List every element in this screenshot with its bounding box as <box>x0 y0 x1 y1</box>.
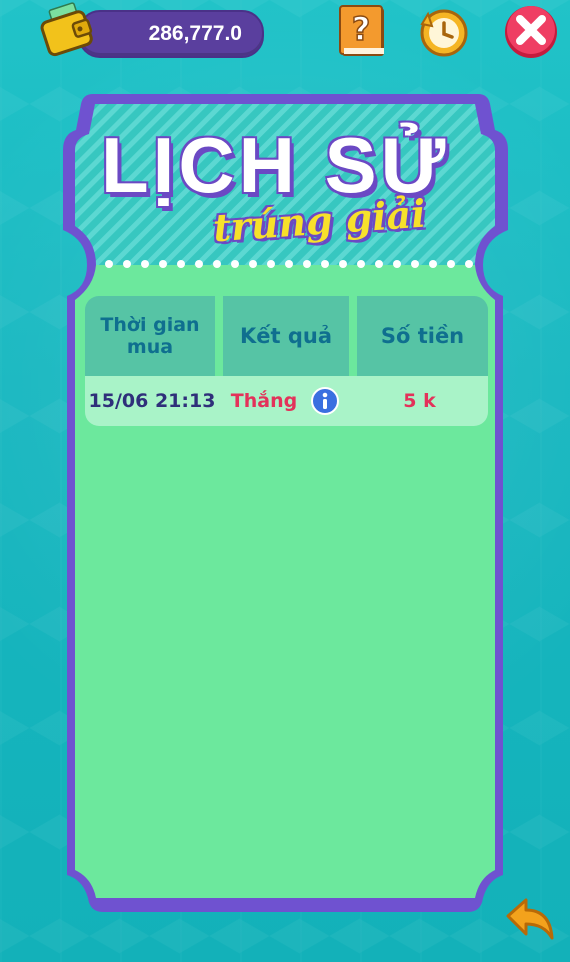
back-arrow-icon[interactable] <box>500 892 558 950</box>
row-result: Thắng <box>230 390 298 412</box>
row-time: 15/06 21:13 <box>88 390 216 412</box>
info-icon[interactable] <box>311 387 340 415</box>
close-icon[interactable] <box>503 4 559 60</box>
history-table: Thời gian mua Kết quả Số tiền 15/06 21:1… <box>85 296 488 426</box>
wallet-balance: 286,777.0 <box>148 22 242 45</box>
help-book-icon[interactable]: ? <box>336 4 392 60</box>
wallet-balance-pill: 286,777.0 <box>78 10 264 58</box>
table-row: 15/06 21:13 Thắng 5 k <box>85 376 488 426</box>
history-panel: LỊCH SỬ trúng giải Thời gian mua Kết quả… <box>63 90 508 915</box>
history-clock-icon[interactable] <box>416 4 472 60</box>
column-header-result: Kết quả <box>223 296 349 376</box>
panel-title: LỊCH SỬ trúng giải <box>93 110 493 250</box>
table-header: Thời gian mua Kết quả Số tiền <box>85 296 488 376</box>
svg-text:?: ? <box>352 10 371 48</box>
row-amount: 5 k <box>403 390 436 412</box>
row-result-cell: Thắng <box>219 387 351 415</box>
column-header-amount: Số tiền <box>357 296 488 376</box>
wallet-icon <box>40 2 93 57</box>
column-header-time: Thời gian mua <box>85 296 215 376</box>
